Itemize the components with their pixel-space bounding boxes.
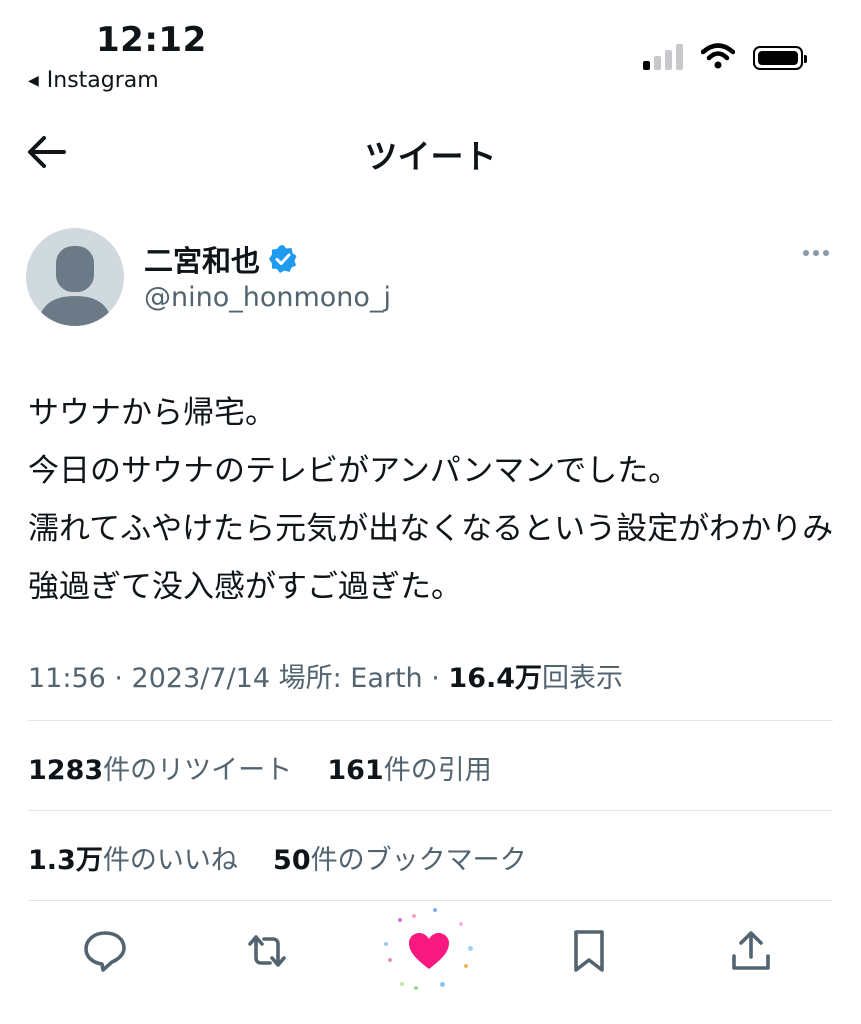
user-handle[interactable]: @nino_honmono_j <box>144 282 391 313</box>
bookmark-icon[interactable] <box>566 928 612 974</box>
status-icons <box>643 42 807 70</box>
like-icon[interactable] <box>406 928 452 974</box>
tweet-text: サウナから帰宅。 今日のサウナのテレビがアンパンマンでした。 濡れてふやけたら元… <box>28 395 834 605</box>
quote-count: 161 <box>327 755 384 786</box>
action-bar <box>0 908 861 990</box>
divider <box>28 720 833 721</box>
quote-stat[interactable]: 161件の引用 <box>327 755 491 786</box>
bookmark-count: 50 <box>273 845 311 876</box>
back-to-app-link[interactable]: ◀ Instagram <box>28 68 159 93</box>
retweet-label: 件のリツイート <box>103 755 293 786</box>
wifi-icon <box>701 43 735 69</box>
default-avatar-icon <box>38 246 112 326</box>
quote-label: 件の引用 <box>383 755 492 786</box>
retweet-stat[interactable]: 1283件のリツイート <box>28 755 292 786</box>
tweet-timestamp-location: 11:56 · 2023/7/14 場所: Earth · <box>28 663 449 694</box>
view-label[interactable]: 回表示 <box>542 663 623 694</box>
view-count[interactable]: 16.4万 <box>448 663 542 694</box>
divider <box>28 810 833 811</box>
more-options-icon[interactable] <box>803 250 829 256</box>
back-triangle-icon: ◀ <box>28 72 39 89</box>
retweet-icon[interactable] <box>244 928 290 974</box>
like-stat[interactable]: 1.3万件のいいね <box>28 845 238 876</box>
like-count: 1.3万 <box>28 845 103 876</box>
like-bookmark-stats: 1.3万件のいいね 50件のブックマーク <box>28 838 527 877</box>
divider <box>28 900 833 901</box>
tweet-meta: 11:56 · 2023/7/14 場所: Earth · 16.4万回表示 <box>28 656 623 695</box>
verified-badge-icon <box>269 245 297 273</box>
user-name: 二宮和也 <box>144 244 261 278</box>
battery-icon <box>753 46 807 70</box>
retweet-quote-stats: 1283件のリツイート 161件の引用 <box>28 748 492 787</box>
reply-icon[interactable] <box>82 928 128 974</box>
retweet-count: 1283 <box>28 755 104 786</box>
avatar[interactable] <box>26 228 124 326</box>
user-name-row[interactable]: 二宮和也 <box>144 238 298 280</box>
bookmark-stat[interactable]: 50件のブックマーク <box>273 845 527 876</box>
signal-icon <box>643 42 683 70</box>
like-label: 件のいいね <box>102 845 238 876</box>
bookmark-label: 件のブックマーク <box>310 845 527 876</box>
back-app-label: Instagram <box>46 68 159 93</box>
status-time: 12:12 <box>96 20 207 60</box>
share-icon[interactable] <box>728 928 774 974</box>
page-title: ツイート <box>364 137 497 176</box>
